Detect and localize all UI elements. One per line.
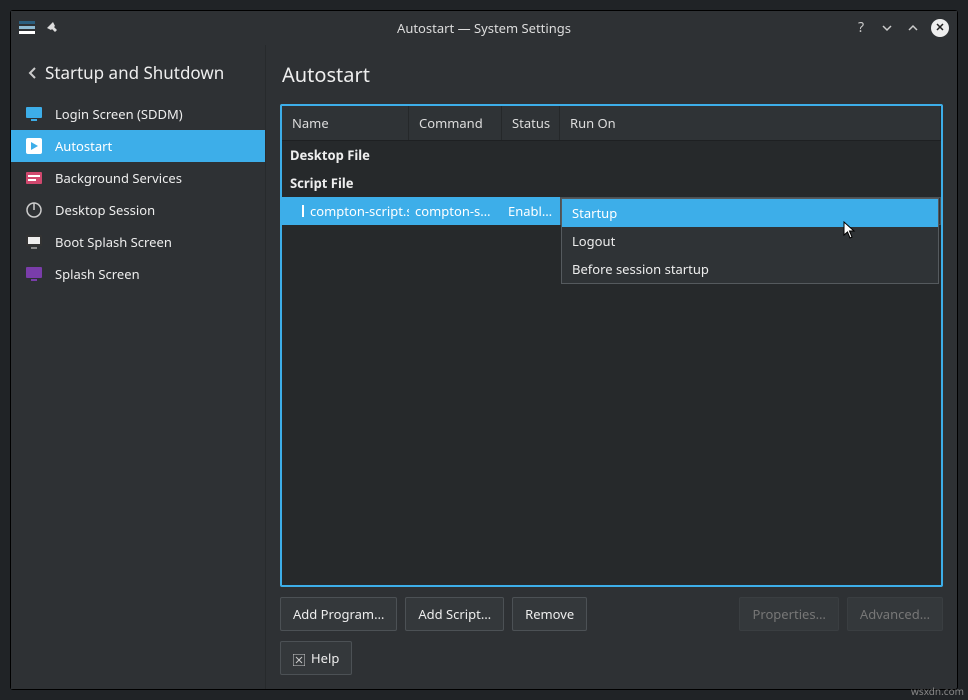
column-status[interactable]: Status [502, 106, 560, 140]
row-checkbox[interactable] [302, 205, 304, 217]
remove-button[interactable]: Remove [512, 597, 587, 631]
help-label: Help [311, 649, 339, 667]
sidebar-item-desktop-session[interactable]: Desktop Session [11, 194, 265, 226]
services-icon [25, 169, 43, 187]
power-icon [25, 201, 43, 219]
row-name-text: compton-script.sh [310, 202, 409, 220]
splash-icon [25, 265, 43, 283]
maximize-icon[interactable] [905, 20, 921, 36]
help-badge-icon [293, 654, 305, 666]
group-script-file[interactable]: Script File [282, 169, 941, 197]
sidebar-item-label: Background Services [55, 169, 182, 187]
column-command[interactable]: Command [409, 106, 502, 140]
pin-icon[interactable] [45, 20, 61, 36]
add-program-button[interactable]: Add Program… [280, 597, 397, 631]
close-icon[interactable]: ✕ [931, 19, 949, 37]
advanced-button[interactable]: Advanced… [847, 597, 943, 631]
autostart-table: Name Command Status Run On Desktop File … [280, 104, 943, 587]
column-name[interactable]: Name [282, 106, 409, 140]
help-icon[interactable]: ? [853, 20, 869, 36]
play-icon [25, 137, 43, 155]
help-row: Help [280, 641, 943, 675]
titlebar-left-icons [19, 20, 61, 36]
properties-button[interactable]: Properties… [739, 597, 838, 631]
sidebar-item-label: Splash Screen [55, 265, 140, 283]
sidebar-item-label: Desktop Session [55, 201, 155, 219]
table-header: Name Command Status Run On [282, 106, 941, 141]
cell-status: Enabled [502, 202, 560, 220]
sidebar-item-boot-splash[interactable]: Boot Splash Screen [11, 226, 265, 258]
sidebar-item-splash-screen[interactable]: Splash Screen [11, 258, 265, 290]
page-title: Autostart [280, 53, 943, 94]
sidebar-item-background-services[interactable]: Background Services [11, 162, 265, 194]
settings-window: Autostart — System Settings ? ✕ Startup … [10, 10, 958, 690]
sidebar-item-login-screen[interactable]: Login Screen (SDDM) [11, 98, 265, 130]
cell-command: compton-scri… [409, 202, 502, 220]
sidebar-item-label: Login Screen (SDDM) [55, 105, 183, 123]
window-body: Startup and Shutdown Login Screen (SDDM)… [11, 45, 957, 689]
add-script-button[interactable]: Add Script… [405, 597, 504, 631]
titlebar: Autostart — System Settings ? ✕ [11, 11, 957, 45]
action-buttons: Add Program… Add Script… Remove Properti… [280, 597, 943, 631]
sidebar-item-label: Autostart [55, 137, 112, 155]
boot-splash-icon [25, 233, 43, 251]
sidebar-title: Startup and Shutdown [45, 61, 224, 84]
back-icon[interactable] [27, 66, 37, 80]
minimize-icon[interactable] [879, 20, 895, 36]
watermark: wsxdn.com [911, 684, 964, 698]
column-run-on[interactable]: Run On [560, 106, 941, 140]
sidebar-item-autostart[interactable]: Autostart [11, 130, 265, 162]
run-on-dropdown: Startup Logout Before session startup [561, 198, 939, 284]
group-desktop-file[interactable]: Desktop File [282, 141, 941, 169]
dropdown-option-startup[interactable]: Startup [562, 199, 938, 227]
window-title: Autostart — System Settings [11, 19, 957, 37]
monitor-icon [25, 105, 43, 123]
sidebar-item-label: Boot Splash Screen [55, 233, 172, 251]
help-button[interactable]: Help [280, 641, 352, 675]
dropdown-option-before-session[interactable]: Before session startup [562, 255, 938, 283]
sidebar-header[interactable]: Startup and Shutdown [11, 51, 265, 98]
app-menu-icon[interactable] [19, 20, 35, 36]
content-area: Autostart Name Command Status Run On Des… [266, 45, 957, 689]
titlebar-right-buttons: ? ✕ [853, 19, 949, 37]
cell-name: compton-script.sh [282, 202, 409, 220]
sidebar: Startup and Shutdown Login Screen (SDDM)… [11, 45, 266, 689]
dropdown-option-logout[interactable]: Logout [562, 227, 938, 255]
